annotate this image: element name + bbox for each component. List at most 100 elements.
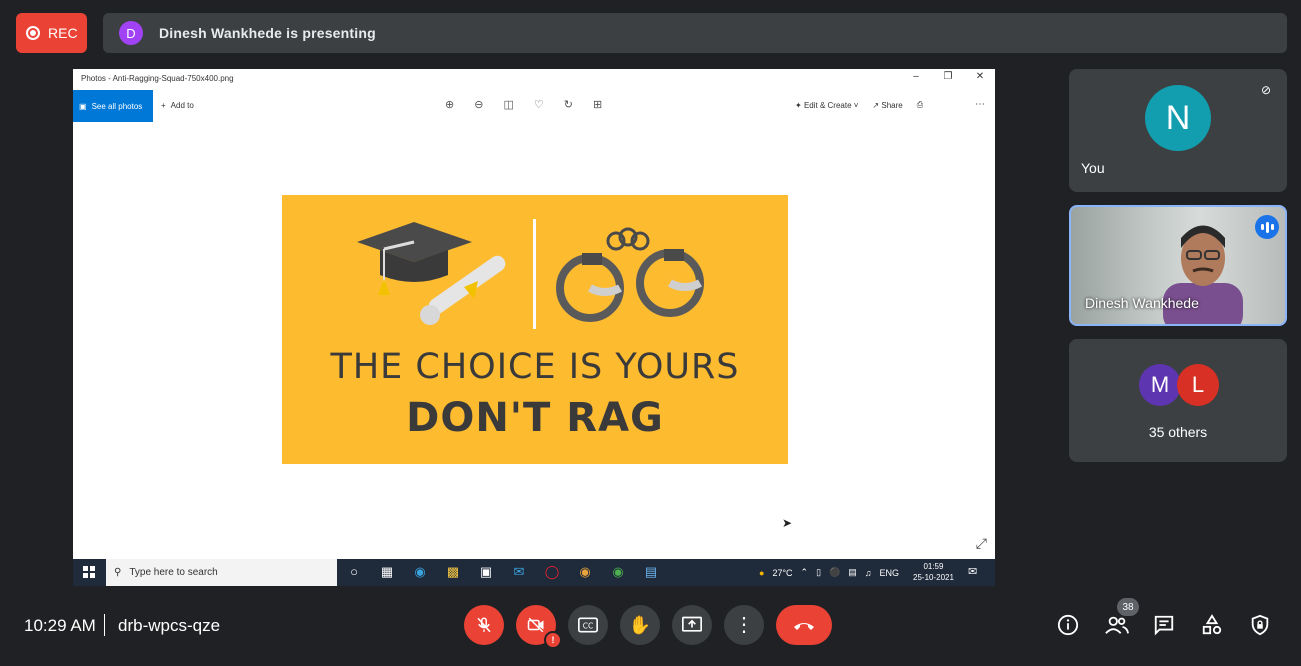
participant-tile-others[interactable]: M L 35 others (1069, 339, 1287, 462)
edit-create-label: Edit & Create (803, 100, 852, 110)
favorite-icon: ♡ (533, 99, 544, 111)
crop-icon: ⊞ (592, 99, 603, 111)
meeting-details-button[interactable] (1057, 614, 1081, 638)
mic-off-icon (477, 617, 491, 633)
photos-app-icon: ▤ (644, 564, 658, 579)
add-to-button: + Add to (161, 101, 194, 110)
task-view-icon: ▦ (380, 564, 394, 579)
weather-icon: ● (759, 567, 765, 578)
add-to-label: Add to (170, 101, 194, 110)
taskbar-search: ⚲ Type here to search (106, 559, 337, 586)
anti-ragging-poster: THE CHOICE IS YOURS DON'T RAG (282, 195, 788, 464)
window-controls: – ❐ ✕ (909, 71, 987, 82)
activities-icon (1202, 614, 1222, 635)
edit-create-button: ✦ Edit & Create ˅ (795, 100, 859, 110)
system-tray: ● 27°C ⌃ ▯ ⚫ ▤ ♫ ENG (759, 567, 899, 578)
camera-toggle-button[interactable]: ! (516, 605, 562, 649)
warning-icon: ! (544, 631, 562, 649)
graduation-cap-icon (357, 222, 506, 325)
others-count-label: 35 others (1148, 424, 1208, 440)
restore-icon: ❐ (943, 71, 953, 82)
mic-toggle-button[interactable] (464, 605, 504, 645)
poster-headline: THE CHOICE IS YOURS (330, 347, 740, 387)
tile-label-presenter: Dinesh Wankhede (1085, 295, 1199, 311)
battery-icon: ▯ (816, 567, 822, 577)
taskbar-time: 01:59 (923, 562, 944, 571)
language-label: ENG (879, 567, 900, 578)
more-options-button[interactable]: ⋮ (724, 605, 764, 645)
more-vert-icon: ⋮ (734, 614, 754, 636)
photo-toolbar: ⊕ ⊖ ◫ ♡ ↻ ⊞ (445, 98, 602, 111)
svg-text:CC: CC (583, 621, 593, 630)
people-icon (1105, 616, 1129, 634)
zoom-in-icon: ⊕ (445, 99, 455, 111)
avatar-you: N (1145, 85, 1211, 151)
see-all-photos-label: See all photos (91, 101, 143, 111)
see-all-photos-button: ▣ See all photos (73, 90, 153, 122)
avatar-m: M (1139, 364, 1181, 406)
chat-button[interactable] (1153, 614, 1177, 638)
minimize-icon: – (913, 71, 919, 82)
tile-label-you: You (1081, 160, 1105, 176)
windows-taskbar: ⚲ Type here to search ○ ▦ ◉ ▩ ▣ ✉ ◯ ◉ ◉ … (73, 559, 995, 586)
volume-icon: ♫ (864, 567, 872, 578)
window-title: Photos - Anti-Ragging-Squad-750x400.png (81, 74, 234, 83)
edge-icon: ◉ (414, 564, 426, 579)
end-call-icon (794, 623, 814, 630)
presentation-banner: D Dinesh Wankhede is presenting (103, 13, 1287, 53)
participant-tile-you[interactable]: ⊘ N You (1069, 69, 1287, 192)
leave-call-button[interactable] (776, 605, 832, 645)
mail-icon: ✉ (513, 564, 525, 579)
windows-start-icon (83, 566, 95, 578)
search-icon: ⚲ (114, 567, 122, 578)
record-icon (26, 26, 40, 40)
edit-share-group: ✦ Edit & Create ˅ ↗ Share ⎙ (795, 100, 923, 110)
recording-indicator[interactable]: REC (16, 13, 87, 53)
handcuffs-icon (556, 227, 704, 322)
shared-screen: Photos - Anti-Ragging-Squad-750x400.png … (73, 69, 995, 586)
presenter-avatar: D (119, 21, 143, 45)
activities-button[interactable] (1201, 614, 1225, 638)
temperature-label: 27°C (772, 567, 793, 578)
chrome-icon: ◉ (612, 564, 624, 579)
print-icon: ⎙ (916, 100, 924, 109)
close-icon: ✕ (975, 71, 985, 82)
poster-slogan: DON'T RAG (406, 395, 664, 441)
hand-icon: ✋ (628, 614, 652, 635)
share-button: ↗ Share (872, 100, 903, 110)
meeting-time: 10:29 AM (24, 616, 96, 635)
notification-icon: ✉ (968, 566, 978, 578)
divider (104, 614, 105, 636)
present-now-button[interactable] (672, 605, 712, 645)
file-explorer-icon: ▩ (446, 564, 460, 579)
closed-captions-icon: CC (578, 617, 598, 633)
taskbar-search-placeholder: Type here to search (129, 567, 218, 578)
taskbar-apps: ○ ▦ ◉ ▩ ▣ ✉ ◯ ◉ ◉ ▤ (345, 564, 660, 580)
presenting-text: Dinesh Wankhede is presenting (159, 25, 376, 41)
delete-icon: ◫ (503, 99, 514, 111)
raise-hand-button[interactable]: ✋ (620, 605, 660, 645)
share-label: Share (881, 100, 903, 110)
store-icon: ▣ (479, 564, 493, 579)
mic-off-icon: ⊘ (1255, 79, 1277, 101)
avatar-l: L (1177, 364, 1219, 406)
poster-divider (533, 219, 536, 329)
cortana-icon: ○ (350, 564, 358, 579)
mouse-cursor-icon: ➤ (782, 516, 793, 530)
people-button[interactable] (1105, 614, 1129, 638)
camera-off-icon (527, 617, 544, 633)
more-options-icon: ⋯ (975, 99, 985, 110)
zoom-out-icon: ⊖ (474, 99, 484, 111)
meeting-code: drb-wpcs-qze (118, 616, 221, 635)
tray-chevron-icon: ⌃ (800, 567, 809, 577)
rotate-icon: ↻ (563, 99, 573, 111)
present-screen-icon (682, 616, 702, 632)
captions-button[interactable]: CC (568, 605, 608, 645)
participant-tile-presenter[interactable]: Dinesh Wankhede (1069, 205, 1287, 326)
rec-label: REC (48, 25, 78, 41)
speaking-indicator-icon (1255, 215, 1279, 239)
host-controls-button[interactable] (1249, 614, 1273, 638)
opera-icon: ◯ (544, 564, 560, 579)
info-icon (1057, 614, 1079, 636)
taskbar-clock: 01:59 25-10-2021 (913, 561, 954, 583)
